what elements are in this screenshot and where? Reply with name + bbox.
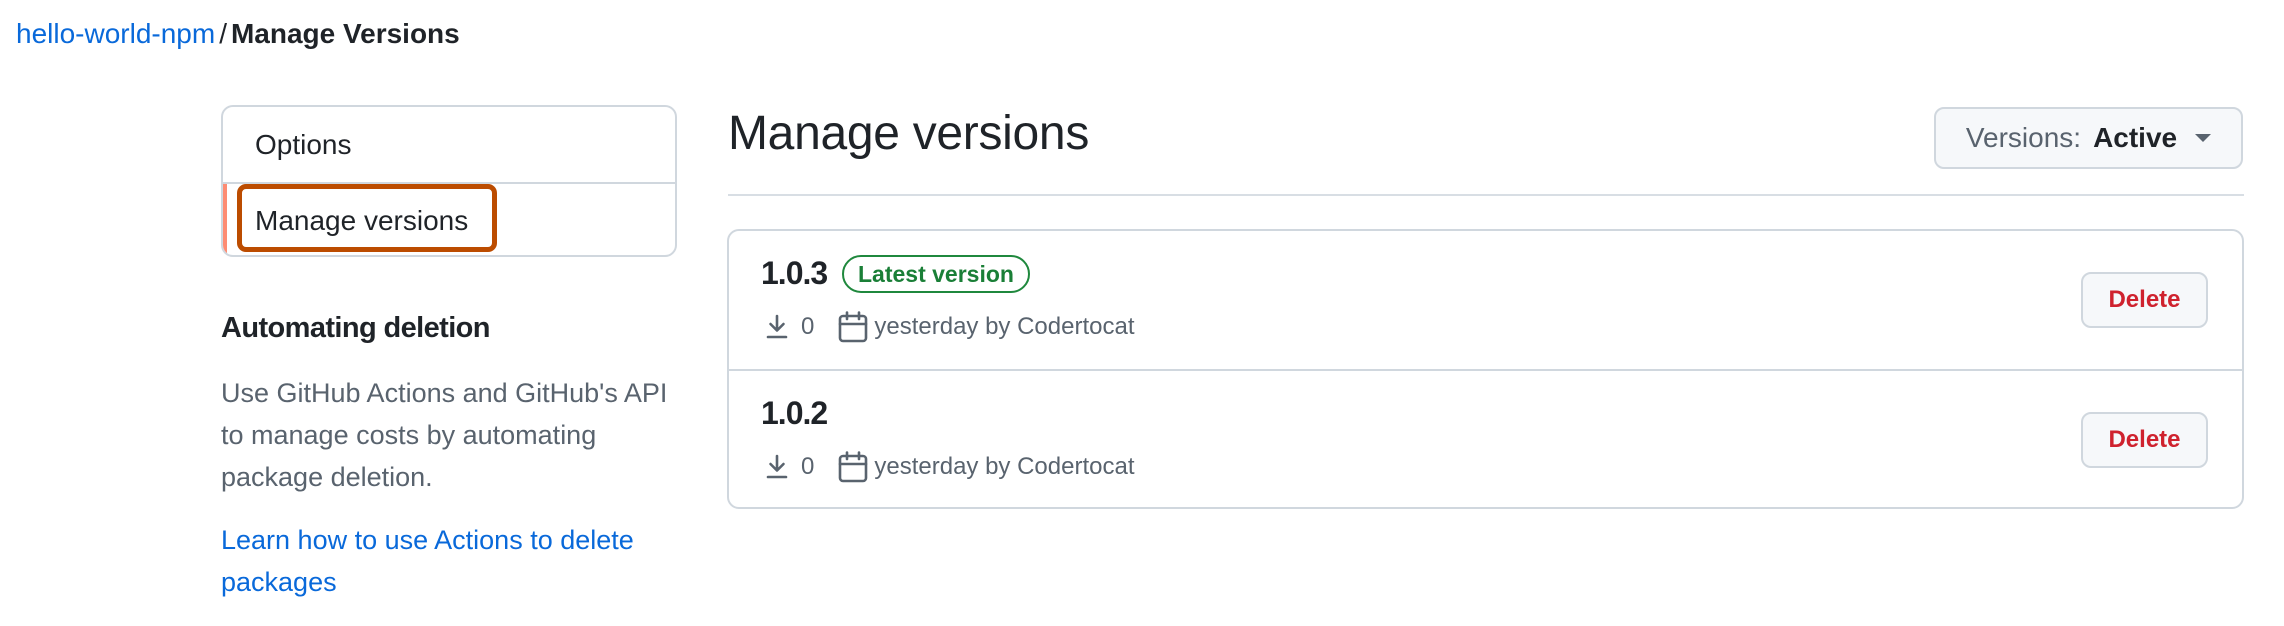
automating-deletion-heading: Automating deletion [221,312,491,344]
calendar-icon [838,311,868,343]
version-name[interactable]: 1.0.2 [761,395,828,432]
versions-list: 1.0.3 Latest version 0 yesterday by Code… [727,229,2244,509]
version-row: 1.0.3 Latest version 0 yesterday by Code… [729,231,2242,369]
versions-filter-label: Versions: [1965,122,2082,153]
breadcrumb-separator: / [219,18,227,49]
sidebar-item-options[interactable]: Options [223,107,675,182]
published-info: yesterday by Codertocat [874,313,1135,340]
download-icon [765,454,789,480]
download-count: 0 [801,453,815,480]
breadcrumb: hello-world-npm / Manage Versions [16,16,460,52]
download-count: 0 [801,313,815,340]
version-meta: 0 yesterday by Codertocat [765,309,1135,345]
sidebar-nav: Options Manage versions [221,105,677,257]
learn-actions-link[interactable]: Learn how to use Actions to delete packa… [221,519,691,603]
caret-down-icon [2195,134,2212,142]
versions-filter-dropdown[interactable]: Versions: Active [1934,107,2243,169]
versions-filter-value: Active [2093,122,2178,153]
sidebar-item-manage-versions[interactable]: Manage versions [223,182,675,255]
header-divider [728,194,2244,196]
download-icon [765,314,789,340]
breadcrumb-package-link[interactable]: hello-world-npm [16,18,215,49]
page-title: Manage versions [728,107,1090,160]
version-meta: 0 yesterday by Codertocat [765,449,1135,485]
sidebar-item-label: Manage versions [255,204,469,236]
sidebar-item-label: Options [255,128,352,160]
version-name[interactable]: 1.0.3 [761,255,828,292]
automating-deletion-description: Use GitHub Actions and GitHub's API to m… [221,378,668,492]
delete-version-button[interactable]: Delete [2081,412,2208,468]
calendar-icon [838,451,868,483]
published-info: yesterday by Codertocat [874,453,1135,480]
version-row: 1.0.2 0 yesterday by Codertocat Delete [729,369,2242,507]
breadcrumb-current: Manage Versions [230,18,460,49]
delete-version-button[interactable]: Delete [2081,272,2208,328]
latest-version-badge: Latest version [842,255,1030,293]
